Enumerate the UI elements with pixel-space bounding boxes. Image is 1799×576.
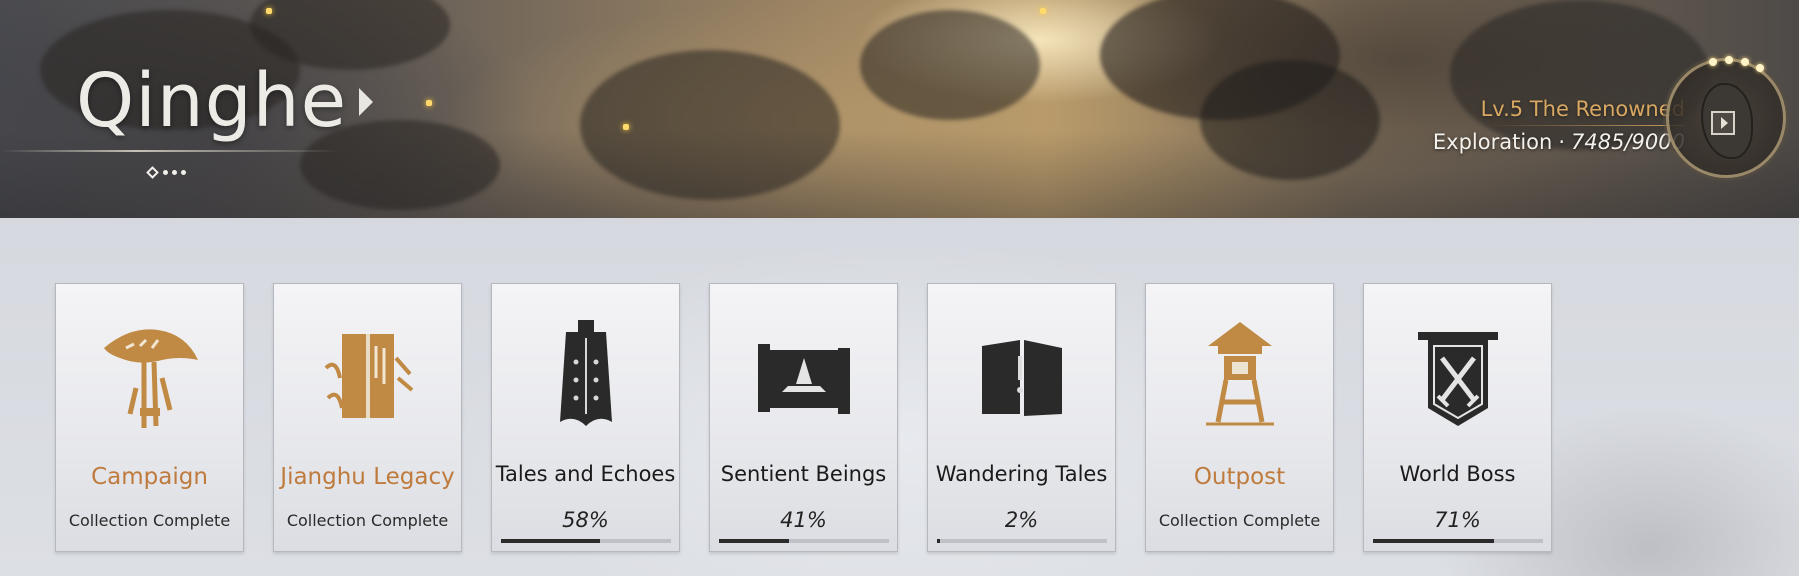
category-card-wandering-tales[interactable]: Wandering Tales 2% — [927, 283, 1116, 552]
category-title: Sentient Beings — [720, 462, 887, 486]
category-title: Tales and Echoes — [495, 462, 676, 486]
category-status: Collection Complete — [1158, 511, 1321, 530]
compass-pip — [1709, 58, 1717, 66]
category-card-world-boss[interactable]: World Boss 71% — [1363, 283, 1552, 552]
category-progress-bar — [719, 539, 889, 543]
category-percent: 41% — [780, 508, 827, 532]
exploration-separator: · — [1558, 130, 1566, 154]
category-card-jianghu-legacy[interactable]: Jianghu Legacy Collection Complete — [273, 283, 462, 552]
crossed-swords-banner-icon — [1418, 332, 1498, 426]
open-book-icon — [982, 340, 1062, 416]
book-bamboo-icon — [324, 334, 414, 418]
category-progress-fill — [1373, 539, 1494, 543]
page-dot — [172, 170, 177, 175]
exploration-progress: Exploration · 7485/9000 — [1433, 130, 1685, 154]
collection-category-list: Campaign Collection Complete Jianghu Leg… — [55, 283, 1552, 552]
category-progress-fill — [719, 539, 789, 543]
category-card-outpost[interactable]: Outpost Collection Complete — [1145, 283, 1334, 552]
title-underline — [0, 150, 340, 152]
category-progress-bar — [501, 539, 671, 543]
page-dot — [181, 170, 186, 175]
category-progress-bar — [1373, 539, 1543, 543]
renown-level: Lv.5 The Renowned — [1480, 97, 1685, 121]
region-next-arrow-icon[interactable] — [359, 88, 373, 116]
category-progress-bar — [937, 539, 1107, 543]
exploration-label: Exploration — [1432, 130, 1553, 154]
page-dot — [163, 170, 168, 175]
category-title: Campaign — [91, 464, 208, 490]
category-title: Outpost — [1193, 464, 1286, 490]
category-status: Collection Complete — [68, 511, 231, 530]
page-dot-active — [146, 166, 159, 179]
category-status: Collection Complete — [286, 511, 449, 530]
category-progress-fill — [501, 539, 600, 543]
watchtower-icon — [1206, 322, 1274, 426]
category-percent: 58% — [562, 508, 609, 532]
category-title: World Boss — [1399, 462, 1516, 486]
category-card-tales-and-echoes[interactable]: Tales and Echoes 58% — [491, 283, 680, 552]
compass-pip — [1756, 64, 1764, 72]
category-card-campaign[interactable]: Campaign Collection Complete — [55, 283, 244, 552]
category-progress-fill — [937, 539, 941, 543]
category-percent: 71% — [1434, 508, 1481, 532]
region-map-compass[interactable] — [1666, 56, 1786, 178]
bronze-bell-icon — [560, 320, 612, 426]
category-title: Jianghu Legacy — [280, 464, 455, 490]
category-title: Wandering Tales — [935, 462, 1108, 486]
category-percent: 2% — [1004, 508, 1039, 532]
scroll-painting-icon — [758, 344, 850, 414]
region-title[interactable]: Qinghe — [76, 58, 347, 144]
category-card-sentient-beings[interactable]: Sentient Beings 41% — [709, 283, 898, 552]
compass-pip — [1725, 56, 1733, 64]
level-underline — [1485, 125, 1685, 126]
straw-hat-icon — [104, 329, 198, 428]
open-map-button[interactable] — [1711, 111, 1735, 135]
page-indicator — [146, 166, 186, 179]
compass-pip — [1741, 58, 1749, 66]
